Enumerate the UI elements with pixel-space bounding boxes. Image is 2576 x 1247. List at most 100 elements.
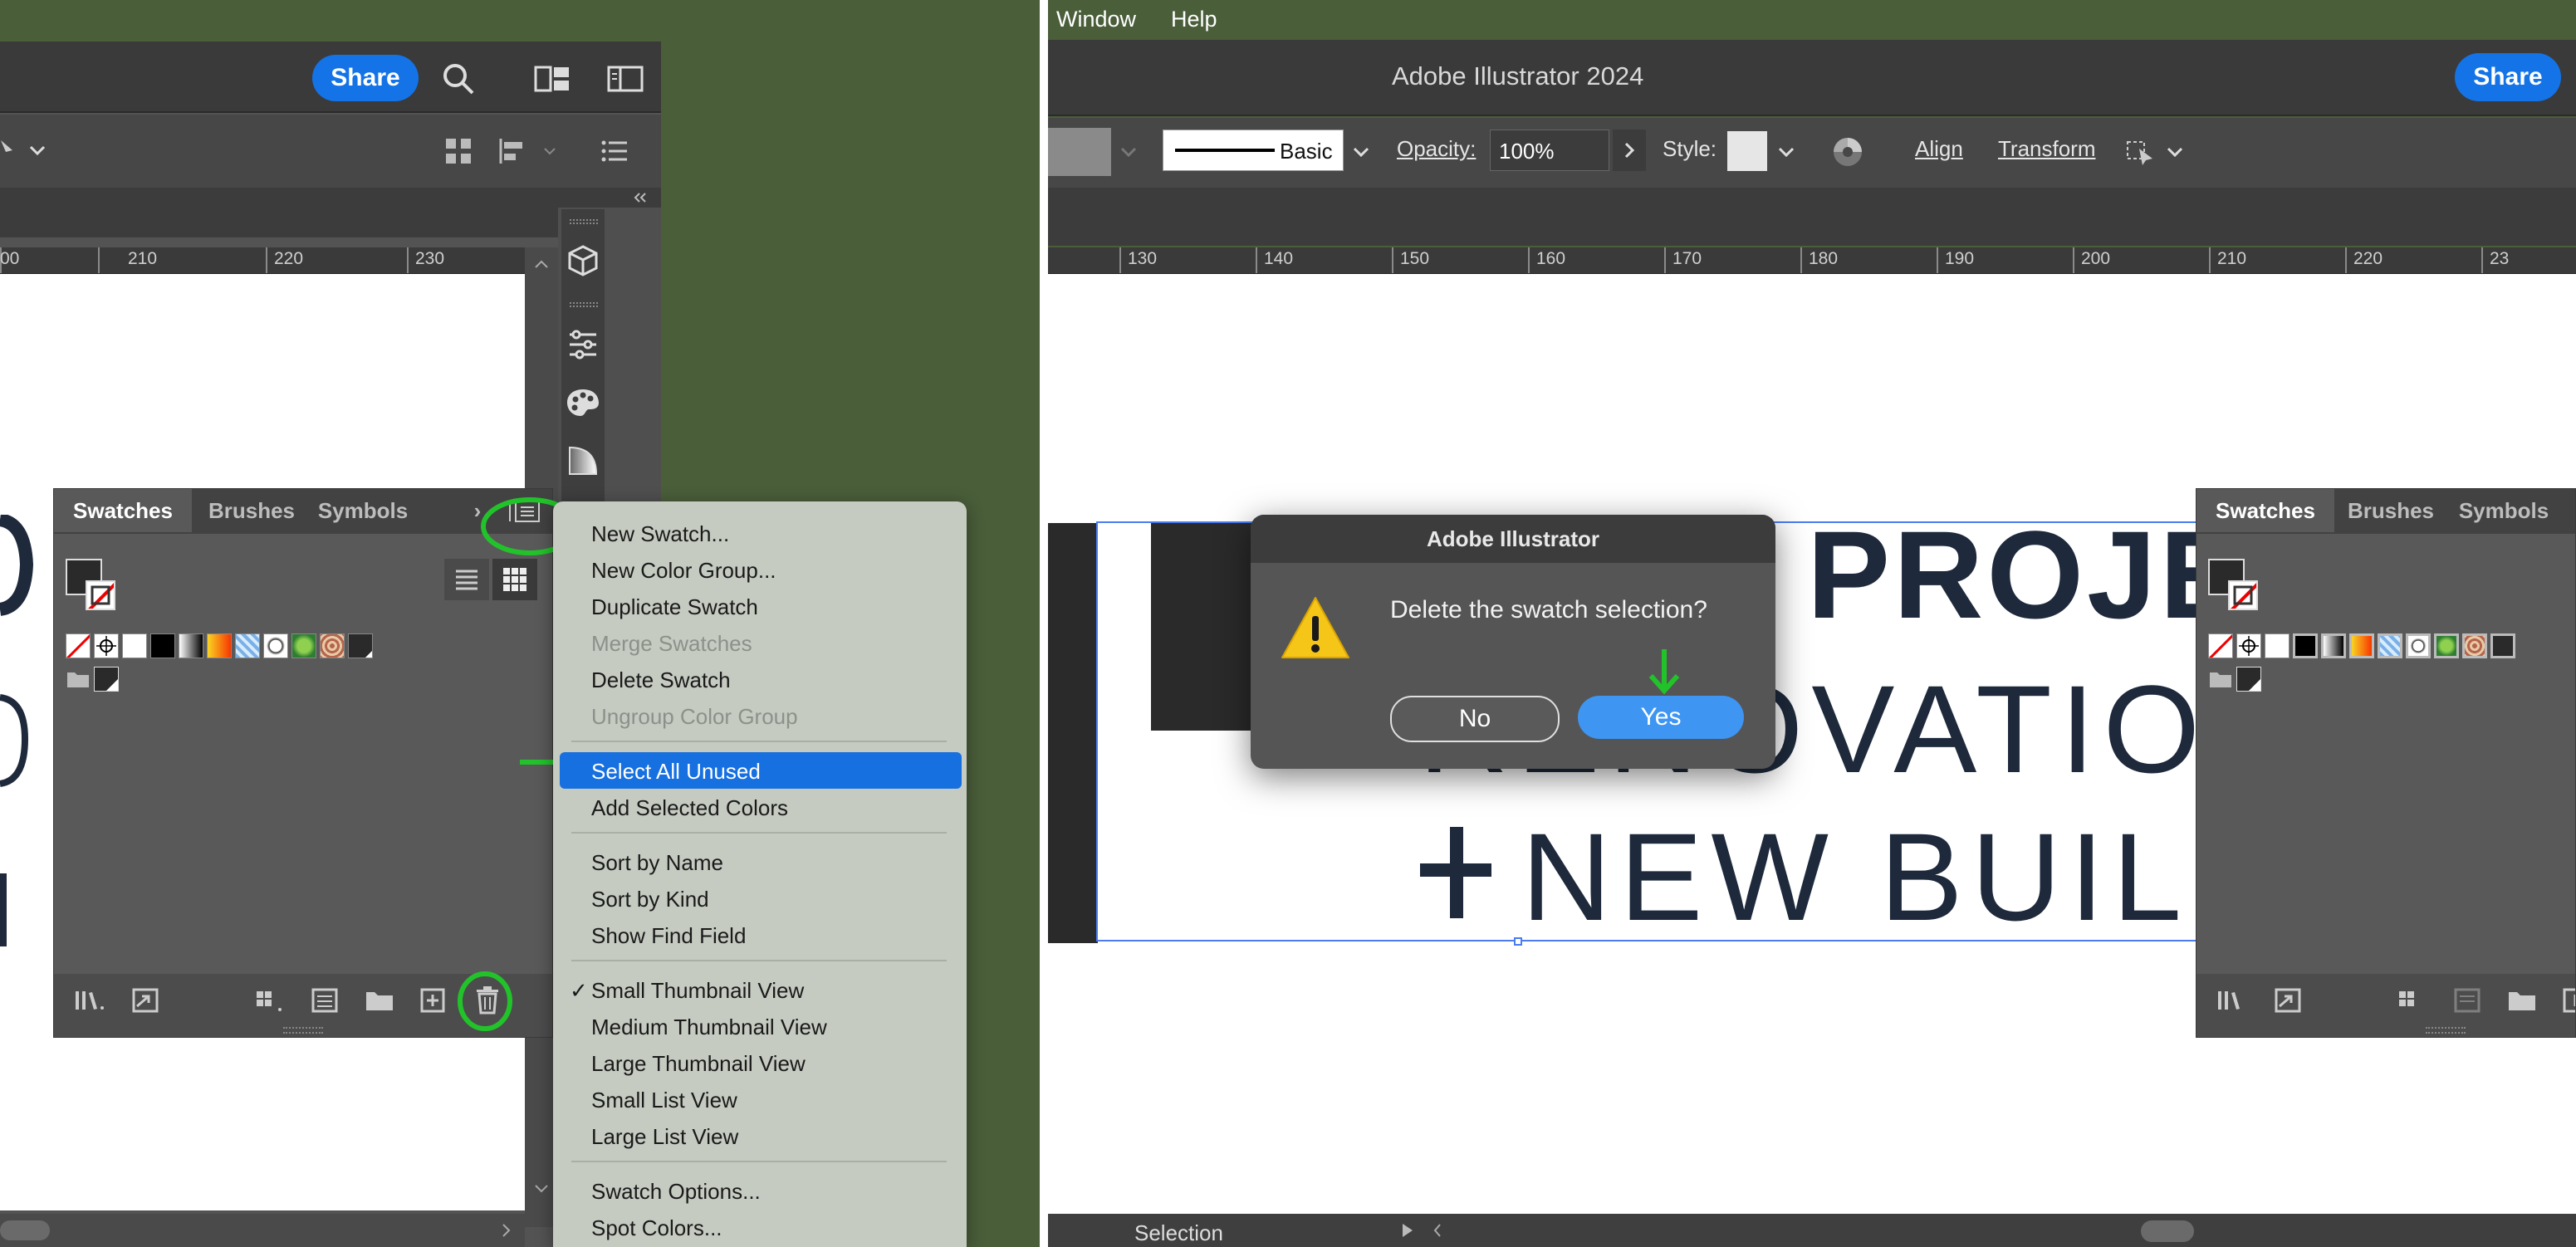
swatch-pattern-floral[interactable] [2462, 633, 2487, 658]
collapse-panels-icon[interactable] [628, 188, 653, 208]
menu-item[interactable]: New Color Group... [553, 551, 967, 588]
menu-item[interactable]: Sort by Name [553, 844, 967, 880]
swatch-dark-gray[interactable] [2490, 633, 2515, 658]
tab-brushes[interactable]: Brushes [197, 489, 306, 532]
chevron-down-icon[interactable] [1772, 139, 1800, 164]
yes-button[interactable]: Yes [1578, 696, 1744, 739]
align-options-icon[interactable] [493, 133, 530, 169]
menu-window[interactable]: Window [1056, 7, 1136, 32]
menu-item[interactable]: Swatch Options... [553, 1172, 967, 1209]
align-to-grid-icon[interactable] [440, 133, 477, 169]
scroll-thumb[interactable] [2141, 1220, 2194, 1242]
menu-item[interactable]: ✓ Small Thumbnail View [553, 971, 967, 1008]
swatch-pattern-green[interactable] [291, 633, 316, 658]
menu-item[interactable]: Delete Swatch [553, 661, 967, 697]
menu-help[interactable]: Help [1171, 7, 1217, 32]
swatch-white[interactable] [122, 633, 147, 658]
swatch-pattern-blue[interactable] [235, 633, 260, 658]
new-color-group-icon[interactable] [2502, 984, 2542, 1017]
swatch-registration[interactable] [2236, 633, 2261, 658]
stroke-none-swatch[interactable] [2228, 580, 2258, 610]
menu-item[interactable]: Add Selected Colors [553, 789, 967, 825]
play-icon[interactable] [1395, 1219, 1420, 1242]
selection-handle[interactable] [1514, 937, 1522, 946]
chevron-up-icon[interactable] [530, 254, 553, 274]
menu-item[interactable]: New Swatch... [553, 515, 967, 551]
show-kind-icon[interactable] [250, 984, 290, 1017]
fill-color-control[interactable] [1048, 128, 1111, 176]
stroke-profile-dropdown[interactable]: Basic [1163, 130, 1344, 171]
selection-tool-icon[interactable] [0, 131, 20, 168]
workspace-icon[interactable] [605, 61, 646, 96]
new-color-group-icon[interactable] [360, 984, 399, 1017]
show-kind-icon[interactable] [2392, 984, 2432, 1017]
swatch-registration[interactable] [94, 633, 119, 658]
panel-resize-grip[interactable] [283, 1027, 323, 1034]
chevron-left-icon[interactable] [1425, 1219, 1450, 1242]
menu-item[interactable]: Spot Colors... [553, 1209, 967, 1245]
swatch-libraries-icon[interactable] [2213, 984, 2253, 1017]
dock-grip[interactable] [570, 302, 598, 307]
menu-item[interactable]: Large List View [553, 1117, 967, 1154]
swatch-options-icon[interactable] [305, 984, 345, 1017]
properties-sliders-icon[interactable] [563, 322, 603, 367]
tab-swatches[interactable]: Swatches [2196, 489, 2334, 532]
thumbnail-view-icon[interactable] [492, 559, 537, 600]
menu-item[interactable]: Medium Thumbnail View [553, 1008, 967, 1044]
chevron-down-icon[interactable] [1347, 139, 1375, 164]
menu-item[interactable]: Select All Unused [560, 752, 962, 789]
panel-resize-grip[interactable] [2426, 1027, 2466, 1034]
swatch-white[interactable] [2265, 633, 2290, 658]
3d-materials-icon[interactable] [563, 237, 603, 282]
swatch-dark-gray[interactable] [348, 633, 373, 658]
no-button[interactable]: No [1390, 696, 1560, 742]
swatch-group-dark[interactable] [94, 667, 119, 692]
align-button[interactable]: Align [1915, 136, 1963, 162]
chevron-down-icon[interactable] [25, 138, 50, 163]
selection-options-icon[interactable] [2123, 133, 2159, 171]
swatch-pattern-green[interactable] [2434, 633, 2459, 658]
swatch-pattern-floral[interactable] [320, 633, 345, 658]
graphic-style-swatch[interactable] [1727, 131, 1767, 171]
opacity-input[interactable]: 100% [1490, 130, 1609, 171]
menu-item[interactable]: Duplicate Swatch [553, 588, 967, 624]
menu-item[interactable]: Show Find Field [553, 917, 967, 953]
stroke-none-swatch[interactable] [86, 580, 115, 610]
swatch-none[interactable] [2208, 633, 2233, 658]
horizontal-scrollbar[interactable] [0, 1214, 525, 1247]
menu-item[interactable]: Sort by Kind [553, 880, 967, 917]
swatch-pattern-circles[interactable] [263, 633, 288, 658]
tab-brushes[interactable]: Brushes [2334, 489, 2447, 532]
swatch-gradient-bw[interactable] [179, 633, 203, 658]
share-button[interactable]: Share [2455, 53, 2561, 101]
menu-item[interactable]: Large Thumbnail View [553, 1044, 967, 1081]
arrange-documents-icon[interactable] [531, 61, 573, 96]
list-view-icon[interactable] [444, 559, 489, 600]
place-swatch-icon[interactable] [2268, 984, 2308, 1017]
new-swatch-icon[interactable] [2555, 984, 2575, 1017]
new-swatch-icon[interactable] [413, 984, 453, 1017]
chevron-right-icon[interactable] [1613, 130, 1646, 171]
chevron-down-icon[interactable] [2162, 139, 2187, 164]
recolor-artwork-icon[interactable] [1829, 133, 1867, 171]
chevron-down-icon[interactable] [1116, 139, 1141, 164]
swatch-group-dark[interactable] [2236, 667, 2261, 692]
search-icon[interactable] [438, 60, 478, 98]
chevron-down-icon[interactable] [540, 141, 560, 161]
swatch-black[interactable] [150, 633, 175, 658]
tab-swatches[interactable]: Swatches [54, 489, 192, 532]
swatch-gradient-orange[interactable] [207, 633, 232, 658]
share-button[interactable]: Share [312, 55, 419, 101]
folder-icon[interactable] [66, 667, 91, 692]
dock-grip[interactable] [570, 219, 598, 224]
swatch-libraries-icon[interactable] [71, 984, 110, 1017]
chevron-down-icon[interactable] [530, 1179, 553, 1199]
swatch-gradient-orange[interactable] [2349, 633, 2374, 658]
swatch-pattern-circles[interactable] [2406, 633, 2431, 658]
tab-symbols[interactable]: Symbols [2447, 489, 2560, 532]
swatch-none[interactable] [66, 633, 91, 658]
gradient-icon[interactable] [563, 438, 603, 483]
place-swatch-icon[interactable] [125, 984, 165, 1017]
tab-symbols[interactable]: Symbols [306, 489, 419, 532]
scroll-thumb[interactable] [0, 1220, 50, 1240]
